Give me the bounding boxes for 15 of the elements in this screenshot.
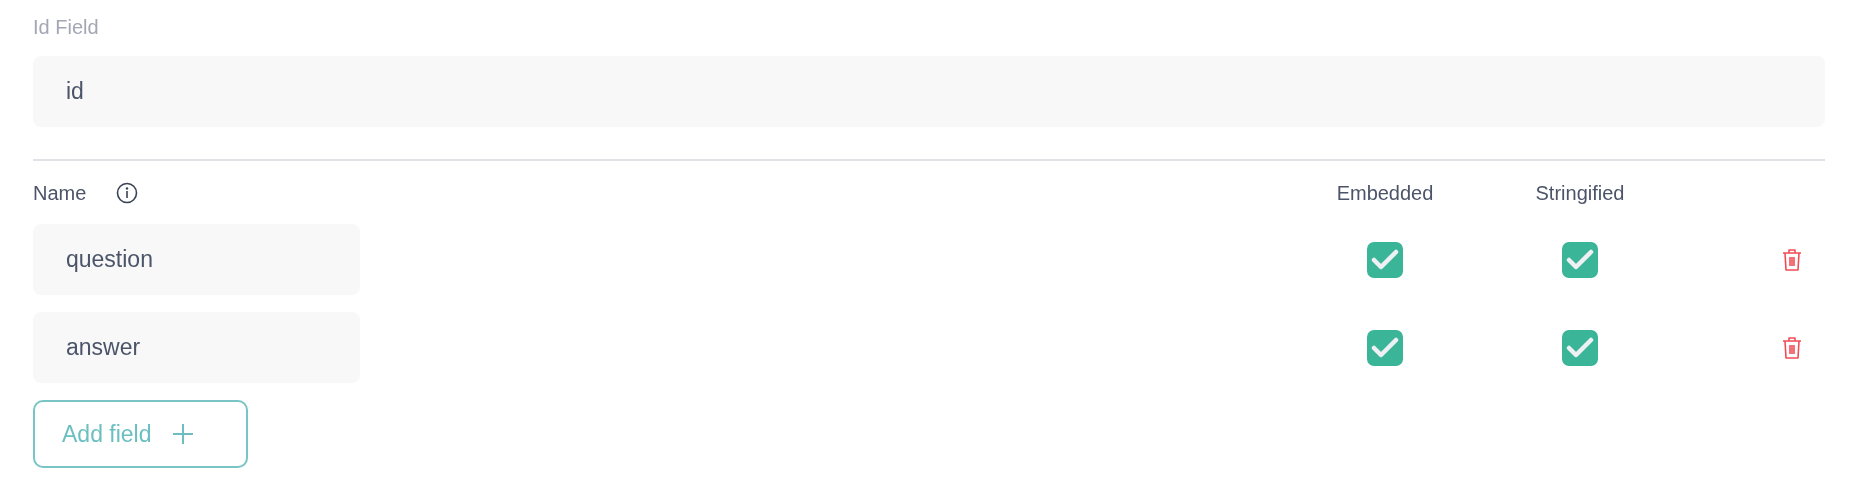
field-label: Id Field xyxy=(33,15,100,40)
column-header: Stringified xyxy=(1535,181,1625,206)
checkbox[interactable] xyxy=(1562,329,1598,366)
plus-icon xyxy=(171,423,194,445)
column-header: Embedded xyxy=(1336,181,1434,206)
column-header: Name xyxy=(33,181,87,206)
checkbox[interactable] xyxy=(1562,241,1598,278)
trash-icon[interactable] xyxy=(1782,335,1802,360)
checkbox[interactable] xyxy=(1367,241,1403,278)
input-field[interactable]: id xyxy=(33,56,1825,127)
checkbox[interactable] xyxy=(1367,329,1403,366)
info-icon[interactable] xyxy=(116,182,139,204)
trash-icon[interactable] xyxy=(1782,247,1802,272)
input-field[interactable]: question xyxy=(33,224,360,295)
input-field[interactable]: answer xyxy=(33,312,360,383)
